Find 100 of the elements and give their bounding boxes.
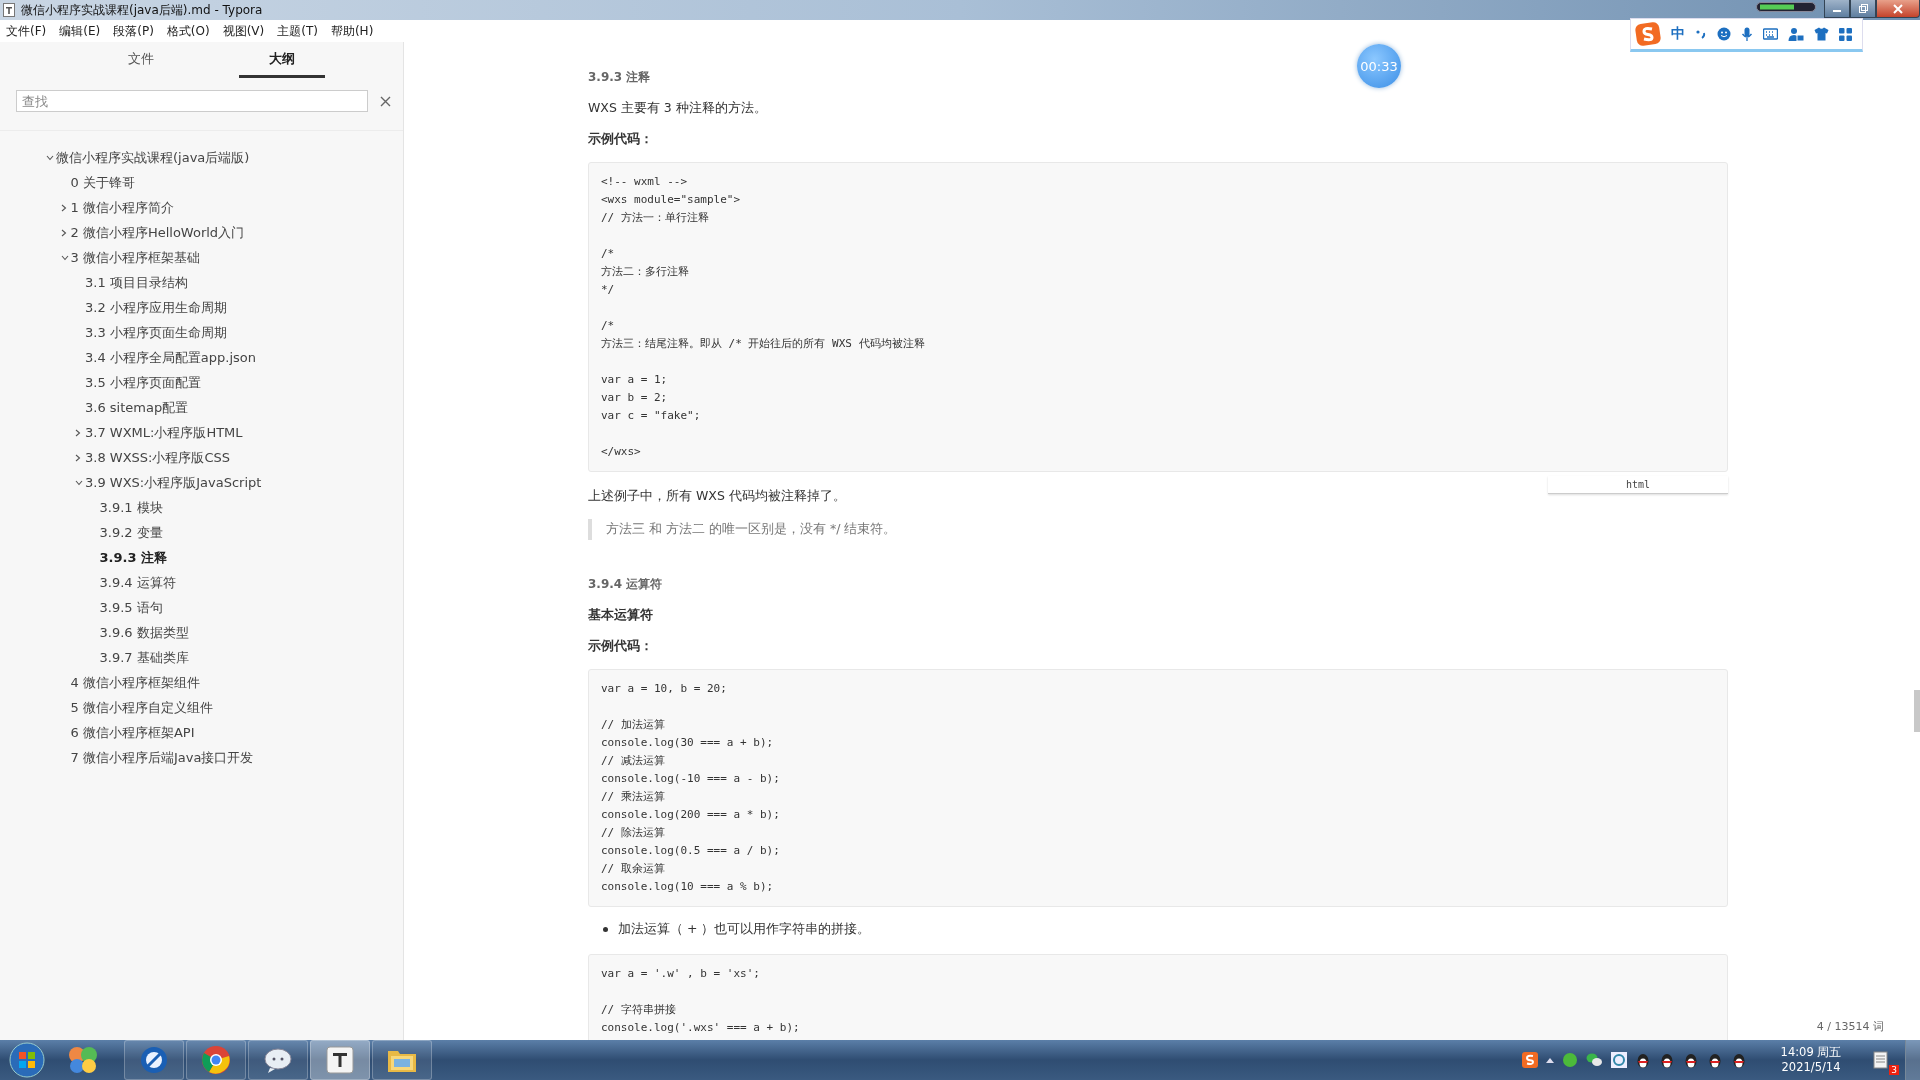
chevron-down-icon[interactable] bbox=[60, 254, 69, 261]
outline-item[interactable]: 3.7 WXML:小程序版HTML bbox=[85, 423, 243, 442]
restore-icon bbox=[1857, 3, 1869, 14]
menu-item[interactable]: 格式(O) bbox=[166, 22, 210, 40]
clock-date[interactable]: 2021/5/14 bbox=[1781, 1060, 1841, 1075]
menu-item[interactable]: 文件(F) bbox=[6, 22, 47, 40]
outline-item[interactable]: 3.9.5 语句 bbox=[99, 598, 163, 617]
bold-label: 基本运算符 bbox=[588, 607, 654, 624]
outline-item[interactable]: 5 微信小程序自定义组件 bbox=[70, 698, 213, 717]
outline-item[interactable]: 3.8 WXSS:小程序版CSS bbox=[85, 448, 231, 467]
code-line: 方法三：结尾注释。即从 /* 开始往后的所有 WXS 代码均被注释 bbox=[601, 337, 925, 350]
chevron-down-icon[interactable] bbox=[46, 154, 54, 161]
code-line: <wxs module="sample"> bbox=[601, 193, 741, 206]
start-button-icon[interactable] bbox=[8, 1041, 46, 1079]
timer-badge: 00:33 bbox=[1357, 44, 1401, 88]
grid-icon[interactable] bbox=[1839, 27, 1852, 41]
blockquote: 方法三 和 方法二 的唯一区别是，没有 */ 结束符。 bbox=[588, 519, 1728, 540]
penguin-icon[interactable] bbox=[1635, 1051, 1651, 1069]
smiley-icon[interactable] bbox=[1717, 27, 1731, 41]
penguin-icon[interactable] bbox=[1683, 1051, 1699, 1069]
close-icon[interactable] bbox=[380, 95, 391, 107]
sidebar-tab[interactable]: 大纲 bbox=[239, 46, 326, 78]
menu-item[interactable]: 帮助(H) bbox=[330, 22, 374, 40]
microphone-icon[interactable] bbox=[1741, 26, 1753, 42]
menu-item[interactable]: 段落(P) bbox=[113, 22, 154, 40]
maximize-button[interactable] bbox=[1850, 0, 1876, 18]
outline-item[interactable]: 3.9.1 模块 bbox=[99, 498, 163, 517]
notification-badge: 3 bbox=[1889, 1065, 1899, 1075]
chevron-down-icon[interactable] bbox=[75, 479, 83, 486]
code-line: console.log(0.5 === a / b); bbox=[601, 844, 780, 857]
input-mode[interactable]: 中 bbox=[1671, 25, 1685, 43]
code-line: console.log(30 === a + b); bbox=[601, 736, 774, 749]
sogou-tray-icon[interactable] bbox=[1522, 1052, 1538, 1068]
outline-item[interactable]: 3.9.3 注释 bbox=[99, 548, 168, 567]
code-line: // 加法运算 bbox=[601, 718, 665, 731]
minimize-button[interactable] bbox=[1824, 0, 1850, 18]
compass-icon bbox=[138, 1044, 170, 1076]
document-icon bbox=[3, 3, 15, 17]
language-label[interactable]: html bbox=[1548, 476, 1728, 494]
outline-item[interactable]: 3.9 WXS:小程序版JavaScript bbox=[85, 473, 262, 492]
paragraph: 上述例子中，所有 WXS 代码均被注释掉了。 bbox=[588, 488, 847, 505]
taskbar-app-button[interactable] bbox=[248, 1040, 308, 1080]
notes-icon[interactable] bbox=[1873, 1051, 1889, 1069]
outline-item[interactable]: 7 微信小程序后端Java接口开发 bbox=[70, 748, 254, 767]
user-icon[interactable] bbox=[1788, 26, 1804, 42]
outline-item[interactable]: 3.9.2 变量 bbox=[99, 523, 163, 542]
scrollbar-thumb[interactable] bbox=[1914, 690, 1920, 732]
menu-item[interactable]: 编辑(E) bbox=[59, 22, 101, 40]
outline-item[interactable]: 6 微信小程序框架API bbox=[70, 723, 195, 742]
outline-item[interactable]: 3.3 小程序页面生命周期 bbox=[85, 323, 227, 342]
code-line: // 方法一：单行注释 bbox=[601, 211, 709, 224]
outline-item[interactable]: 3.5 小程序页面配置 bbox=[85, 373, 201, 392]
punctuation-icon[interactable] bbox=[1695, 28, 1707, 40]
chat-icon[interactable] bbox=[1586, 1052, 1603, 1068]
penguin-icon[interactable] bbox=[1659, 1051, 1675, 1069]
taskbar-app-button[interactable] bbox=[124, 1040, 184, 1080]
taskbar-app-button[interactable] bbox=[372, 1040, 432, 1080]
keyboard-icon[interactable] bbox=[1763, 28, 1778, 40]
outline-item[interactable]: 3.4 小程序全局配置app.json bbox=[85, 348, 256, 367]
chevron-right-icon[interactable] bbox=[75, 453, 81, 462]
window-title: 微信小程序实战课程(java后端).md - Typora bbox=[21, 1, 263, 19]
outline-item[interactable]: 3 微信小程序框架基础 bbox=[70, 248, 200, 267]
sidebar-tab[interactable]: 文件 bbox=[97, 46, 184, 78]
code-line: var a = 1; bbox=[601, 373, 668, 386]
text-editor-icon bbox=[325, 1045, 355, 1075]
penguin-icon[interactable] bbox=[1707, 1051, 1723, 1069]
word-count: 4 / 13514 词 bbox=[1816, 1019, 1884, 1034]
section-heading: 3.9.3 注释 bbox=[588, 69, 651, 86]
outline-item[interactable]: 4 微信小程序框架组件 bbox=[70, 673, 200, 692]
code-line: var a = 10, b = 20; bbox=[601, 682, 727, 695]
outline-item[interactable]: 3.6 sitemap配置 bbox=[85, 398, 189, 417]
show-hidden-icon[interactable] bbox=[1546, 1057, 1554, 1063]
taskbar-app-button[interactable] bbox=[310, 1040, 370, 1080]
outline-item[interactable]: 3.9.7 基础类库 bbox=[99, 648, 189, 667]
code-line: <!-- wxml --> bbox=[601, 175, 688, 188]
bullet-icon bbox=[603, 927, 608, 932]
chevron-right-icon[interactable] bbox=[75, 428, 81, 437]
outline-item[interactable]: 0 关于锋哥 bbox=[70, 173, 135, 192]
outline-item[interactable]: 3.9.6 数据类型 bbox=[99, 623, 189, 642]
penguin-icon[interactable] bbox=[1731, 1051, 1747, 1069]
progress-meter-icon bbox=[1756, 2, 1816, 12]
shirt-icon[interactable] bbox=[1814, 27, 1829, 41]
outline-item[interactable]: 3.2 小程序应用生命周期 bbox=[85, 298, 227, 317]
code-line: </wxs> bbox=[601, 445, 641, 458]
menu-item[interactable]: 主题(T) bbox=[277, 22, 318, 40]
outline-item[interactable]: 1 微信小程序简介 bbox=[70, 198, 174, 217]
code-line: var c = "fake"; bbox=[601, 409, 701, 422]
code-line: console.log('.wxs' === a + b); bbox=[601, 1021, 800, 1034]
outline-item[interactable]: 3.9.4 运算符 bbox=[99, 573, 176, 592]
chevron-right-icon[interactable] bbox=[60, 203, 67, 212]
menu-item[interactable]: 视图(V) bbox=[222, 22, 265, 40]
close-button[interactable] bbox=[1876, 0, 1920, 18]
code-line: // 字符串拼接 bbox=[601, 1003, 676, 1016]
chevron-right-icon[interactable] bbox=[60, 228, 67, 237]
outline-item[interactable]: 微信小程序实战课程(java后端版) bbox=[56, 148, 250, 167]
app-tray-icon[interactable] bbox=[1611, 1052, 1627, 1068]
outline-item[interactable]: 3.1 项目目录结构 bbox=[85, 273, 188, 292]
search-field[interactable]: 查找 bbox=[16, 90, 368, 112]
outline-item[interactable]: 2 微信小程序HelloWorld入门 bbox=[70, 223, 245, 242]
clock-time[interactable]: 14:09 周五 bbox=[1780, 1045, 1842, 1060]
